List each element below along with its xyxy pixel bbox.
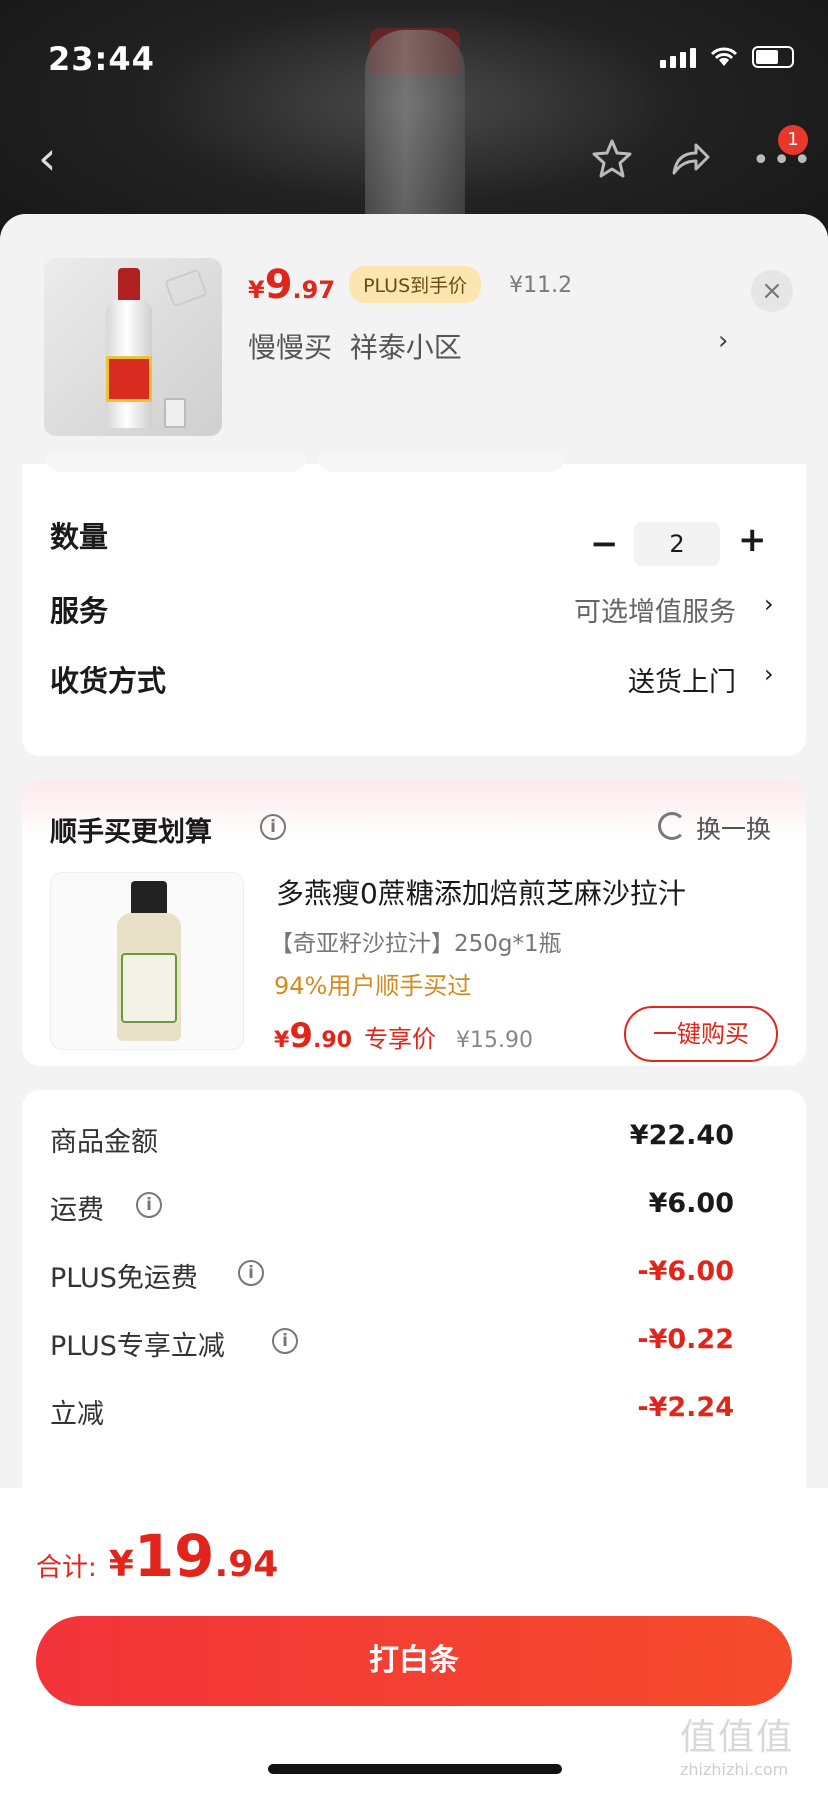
quantity-label: 数量 <box>50 520 109 554</box>
original-price: ¥11.2 <box>509 273 573 298</box>
product-header: ¥ 9 .97 PLUS到手价 ¥11.2 慢慢买 祥泰小区 › × <box>0 214 828 464</box>
back-icon[interactable]: ‹ <box>38 135 74 181</box>
chevron-right-icon: › <box>764 660 774 688</box>
delivery-method-label: 收货方式 <box>50 664 167 698</box>
service-label: 服务 <box>50 594 109 628</box>
info-icon[interactable]: i <box>238 1260 264 1286</box>
quantity-decrease-button[interactable]: − <box>590 524 619 564</box>
one-click-buy-button[interactable]: 一键购买 <box>624 1006 778 1062</box>
upsell-price-decimal: .90 <box>312 1028 352 1053</box>
total-integer: 19 <box>133 1522 215 1590</box>
notification-badge: 1 <box>778 125 808 155</box>
cost-label: 立减 <box>50 1399 104 1430</box>
price-currency: ¥ <box>248 276 265 304</box>
info-icon[interactable]: i <box>260 814 286 840</box>
price-decimal: .97 <box>292 276 336 304</box>
cost-value: -¥0.22 <box>637 1324 734 1355</box>
delivery-address[interactable]: 慢慢买 祥泰小区 › <box>248 326 748 366</box>
refresh-icon[interactable] <box>658 812 686 840</box>
plus-price-tag: PLUS到手价 <box>349 266 482 303</box>
service-value[interactable]: 可选增值服务 <box>574 590 736 629</box>
home-indicator[interactable] <box>268 1764 562 1774</box>
wifi-icon <box>710 47 738 66</box>
more-icon[interactable]: ••• <box>752 146 814 176</box>
upsell-price-currency: ¥ <box>274 1028 290 1053</box>
checkout-footer: 合计: ¥ 19 .94 打白条 值值值 zhizhizhi.com <box>0 1488 828 1793</box>
total-currency: ¥ <box>108 1544 134 1585</box>
product-price: ¥ 9 .97 PLUS到手价 ¥11.2 <box>248 262 572 309</box>
price-integer: 9 <box>264 262 293 308</box>
options-card: 数量 − 2 + 服务 可选增值服务 › 收货方式 送货上门 › <box>22 454 806 756</box>
pay-with-baitiao-button[interactable]: 打白条 <box>36 1616 792 1706</box>
spec-chip-partial <box>318 454 564 472</box>
total-label: 合计: <box>36 1553 97 1583</box>
cost-value: ¥6.00 <box>648 1188 734 1219</box>
upsell-price-integer: 9 <box>289 1016 313 1056</box>
cost-label: PLUS免运费 <box>50 1263 198 1294</box>
cost-value: -¥2.24 <box>637 1392 734 1423</box>
upsell-original-price: ¥15.90 <box>455 1028 533 1053</box>
favorite-star-icon[interactable] <box>590 137 634 181</box>
upsell-hint: 94%用户顺手买过 <box>274 972 472 1000</box>
cost-value: ¥22.40 <box>629 1120 734 1151</box>
cost-label: 运费 <box>50 1195 104 1226</box>
close-icon[interactable]: × <box>751 270 793 312</box>
chevron-right-icon: › <box>764 590 774 618</box>
signal-icon <box>660 48 696 68</box>
cost-breakdown-card: 商品金额 ¥22.40 运费 i ¥6.00 PLUS免运费 i -¥6.00 … <box>22 1090 806 1510</box>
nav-bar: ‹ ••• 1 <box>0 125 828 195</box>
upsell-product-name[interactable]: 多燕瘦0蔗糖添加焙煎芝麻沙拉汁 <box>276 872 686 912</box>
cost-label: 商品金额 <box>50 1127 158 1158</box>
status-time: 23:44 <box>48 40 155 78</box>
address-text: 慢慢买 祥泰小区 <box>248 331 462 364</box>
total-decimal: .94 <box>214 1544 279 1585</box>
upsell-product-image[interactable] <box>50 872 244 1050</box>
chevron-right-icon: › <box>718 326 729 356</box>
cost-value: -¥6.00 <box>637 1256 734 1287</box>
upsell-title: 顺手买更划算 <box>50 817 212 848</box>
watermark-url: zhizhizhi.com <box>680 1760 789 1779</box>
order-total: 合计: ¥ 19 .94 <box>36 1522 278 1590</box>
info-icon[interactable]: i <box>272 1328 298 1354</box>
cost-label: PLUS专享立减 <box>50 1331 225 1362</box>
delivery-method-value[interactable]: 送货上门 <box>628 660 736 699</box>
quantity-input[interactable]: 2 <box>634 522 720 566</box>
spec-chip-partial <box>46 454 306 472</box>
product-image <box>44 258 222 436</box>
swap-button[interactable]: 换一换 <box>696 810 771 846</box>
upsell-price-tag: 专享价 <box>363 1025 436 1053</box>
info-icon[interactable]: i <box>136 1192 162 1218</box>
site-watermark: 值值值 zhizhizhi.com <box>680 1708 820 1788</box>
share-icon[interactable] <box>668 137 712 181</box>
upsell-product-spec: 【奇亚籽沙拉汁】250g*1瓶 <box>270 931 562 957</box>
watermark-logo: 值值值 <box>680 1717 795 1758</box>
quantity-increase-button[interactable]: + <box>738 520 767 560</box>
battery-icon <box>752 46 794 68</box>
upsell-price: ¥ 9 .90 专享价 ¥15.90 <box>274 1016 533 1056</box>
status-bar: 23:44 <box>0 0 828 110</box>
upsell-card: 顺手买更划算 i 换一换 多燕瘦0蔗糖添加焙煎芝麻沙拉汁 【奇亚籽沙拉汁】250… <box>22 780 806 1066</box>
